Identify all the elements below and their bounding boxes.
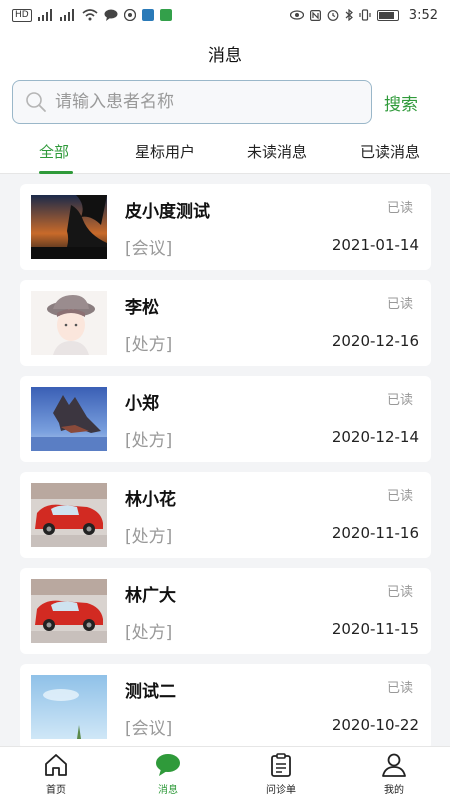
nav-messages-label: 消息 [158,785,178,796]
patient-name: 小郑 [125,394,159,414]
tab-unread[interactable]: 未读消息 [247,141,307,162]
tab-starred[interactable]: 星标用户 [135,141,195,162]
tab-bar: 全部 星标用户 未读消息 已读消息 [0,128,450,174]
message-item[interactable]: 李松 已读 [处方] 2020-12-16 [20,280,431,366]
page-title: 消息 [208,45,242,66]
message-date: 2020-12-14 [331,428,419,446]
message-icon [156,754,180,776]
chat-icon [104,9,118,21]
message-type: [会议] [125,239,173,259]
read-status: 已读 [386,201,413,216]
message-type: [处方] [125,431,173,451]
app-icon [159,9,172,21]
message-type: [会议] [125,719,173,739]
nav-messages[interactable]: 消息 [112,747,224,800]
clipboard-icon [271,753,291,777]
status-left: HD [12,8,172,22]
message-date: 2020-11-15 [331,620,419,638]
bluetooth-icon [345,9,353,21]
header: 消息 [0,30,450,76]
avatar [31,291,107,355]
signal-4g-icon [59,9,74,21]
hd-icon: HD [12,8,32,22]
status-time: 3:52 [408,7,438,23]
message-list: 皮小度测试 已读 [会议] 2021-01-14 李松 已读 [处方] 2020… [0,174,450,746]
cars-toy-icon [31,579,107,643]
nav-profile-label: 我的 [384,785,404,796]
message-date: 2020-11-16 [331,524,419,542]
sunset-photo-icon [31,195,107,259]
vibrate-icon [359,9,371,21]
search-input[interactable] [55,92,345,112]
search-icon [26,92,46,112]
read-status: 已读 [386,489,413,504]
patient-name: 林广大 [125,586,176,606]
message-type: [处方] [125,335,173,355]
cars-toy-icon [31,483,107,547]
patient-name: 皮小度测试 [125,202,210,222]
message-item[interactable]: 林小花 已读 [处方] 2020-11-16 [20,472,431,558]
nav-home[interactable]: 首页 [0,747,112,800]
cartoon-boy-icon [31,291,107,355]
message-date: 2020-12-16 [331,332,419,350]
message-date: 2021-01-14 [331,236,419,254]
battery-icon [376,9,399,21]
bottom-nav: 首页 消息 问诊单 我的 [0,746,450,800]
search-box[interactable] [12,80,372,124]
home-icon [45,754,67,776]
tab-all[interactable]: 全部 [39,141,69,162]
search-button[interactable]: 搜索 [384,90,418,115]
eye-icon [289,10,304,20]
message-date: 2020-10-22 [331,716,419,734]
patient-name: 林小花 [125,490,176,510]
read-status: 已读 [386,681,413,696]
app-icon [141,9,154,21]
read-status: 已读 [386,585,413,600]
avatar [31,387,107,451]
avatar [31,579,107,643]
avatar [31,195,107,259]
nav-consultation[interactable]: 问诊单 [225,747,337,800]
message-item[interactable]: 小郑 已读 [处方] 2020-12-14 [20,376,431,462]
status-bar: HD 3:52 [0,0,450,30]
nav-home-label: 首页 [46,785,66,796]
message-type: [处方] [125,527,173,547]
sky-photo-icon [31,675,107,739]
message-item[interactable]: 皮小度测试 已读 [会议] 2021-01-14 [20,184,431,270]
search-bar: 搜索 [0,76,450,128]
nav-consultation-label: 问诊单 [266,785,296,796]
notification-icon [123,9,136,21]
wifi-icon [82,9,98,21]
alarm-icon [327,10,339,21]
avatar [31,675,107,739]
read-status: 已读 [386,297,413,312]
mountain-photo-icon [31,387,107,451]
avatar [31,483,107,547]
status-right: 3:52 [289,7,438,23]
message-type: [处方] [125,623,173,643]
tab-read[interactable]: 已读消息 [360,141,420,162]
read-status: 已读 [386,393,413,408]
signal-4g-icon [37,9,52,21]
nfc-icon [309,9,321,21]
nav-profile[interactable]: 我的 [338,747,450,800]
message-item[interactable]: 测试二 已读 [会议] 2020-10-22 [20,664,431,746]
patient-name: 李松 [125,298,159,318]
message-item[interactable]: 林广大 已读 [处方] 2020-11-15 [20,568,431,654]
patient-name: 测试二 [125,682,176,702]
user-icon [382,753,406,777]
